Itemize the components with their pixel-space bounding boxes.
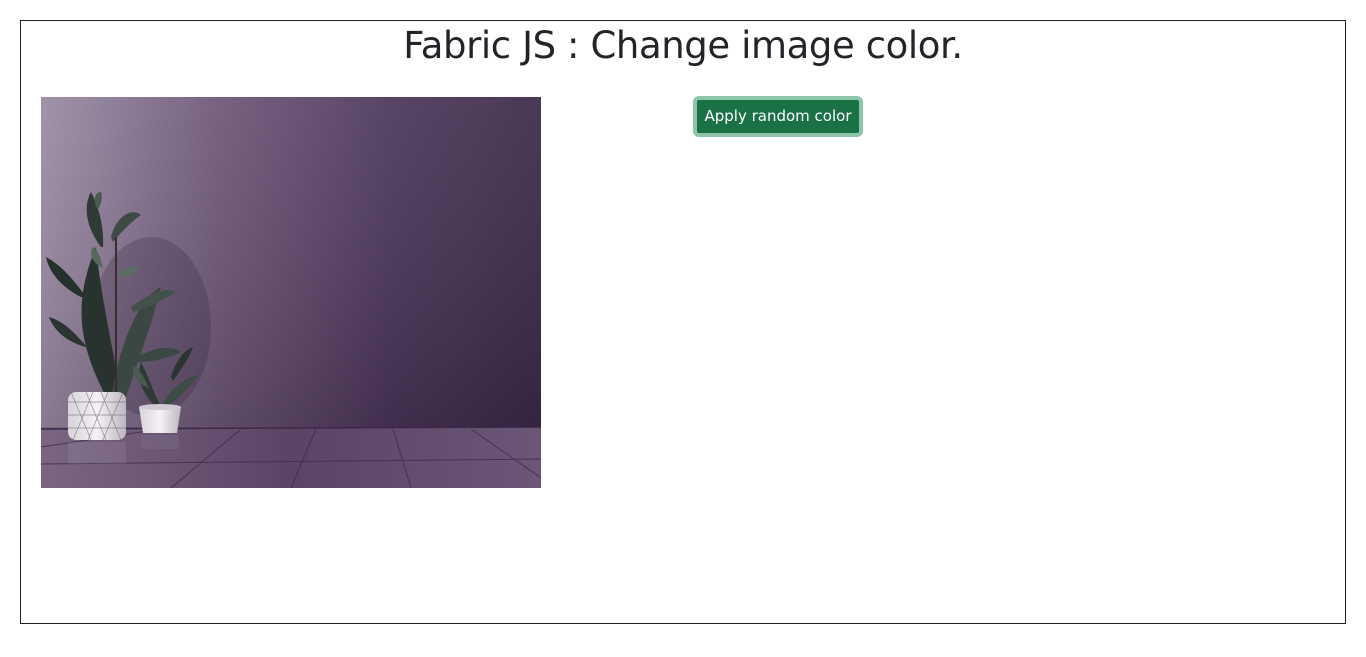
apply-random-color-button[interactable]: Apply random color xyxy=(693,96,863,137)
fabric-canvas[interactable] xyxy=(41,97,541,488)
page-title: Fabric JS : Change image color. xyxy=(403,24,963,67)
pot-large xyxy=(68,392,126,440)
pot-small xyxy=(139,407,181,433)
